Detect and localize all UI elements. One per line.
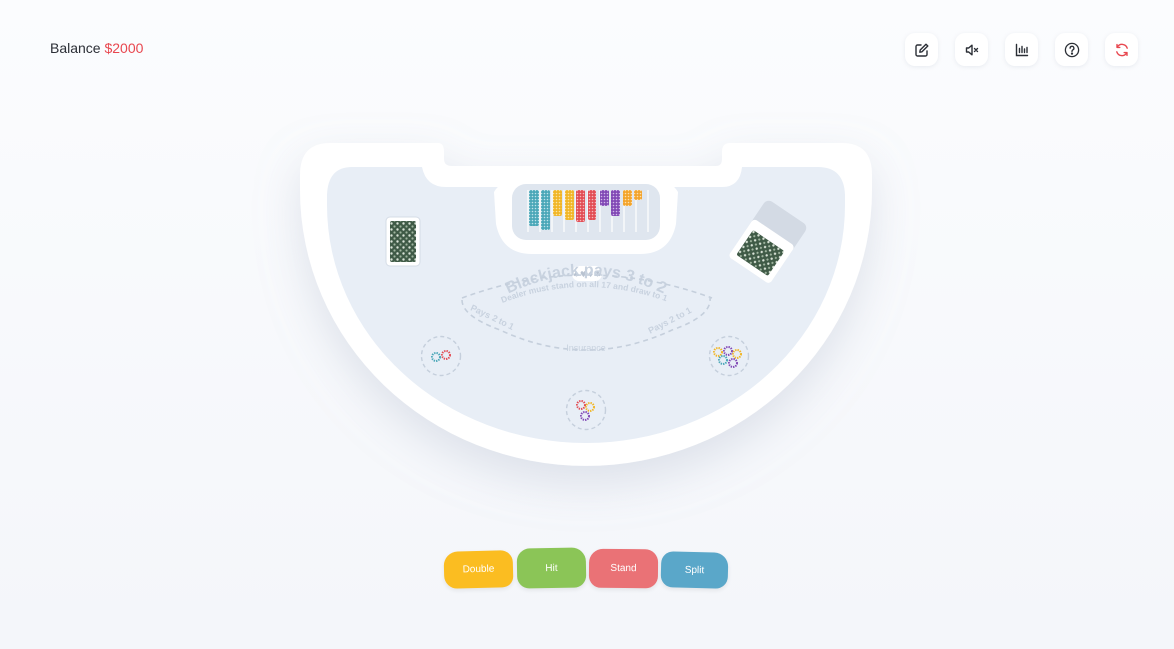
blackjack-table-scene: ♠♥♦♣ Blackjack pays 3 to 2 Dealer must s… (0, 0, 872, 466)
chip-stack-teal-1 (529, 190, 539, 226)
stand-button[interactable]: Stand (588, 548, 659, 589)
chip-stack-purple-1 (600, 190, 609, 206)
chip-stack-orange-1 (623, 190, 632, 206)
chip-stack-yellow-2 (565, 190, 574, 220)
hit-button[interactable]: Hit (516, 547, 587, 589)
chip-stack-yellow-1 (553, 190, 562, 216)
chip-stack-purple-2 (611, 190, 620, 216)
discard-card (385, 216, 421, 267)
chip-tray (494, 182, 678, 254)
insurance-label: Insurance (566, 343, 606, 353)
chip-stack-orange-2 (634, 190, 642, 200)
double-button[interactable]: Double (443, 550, 514, 589)
split-button[interactable]: Split (660, 551, 729, 589)
chip-stack-teal-2 (541, 190, 550, 230)
chip-stack-red-1 (576, 190, 585, 222)
chip-stack-red-2 (588, 190, 596, 220)
